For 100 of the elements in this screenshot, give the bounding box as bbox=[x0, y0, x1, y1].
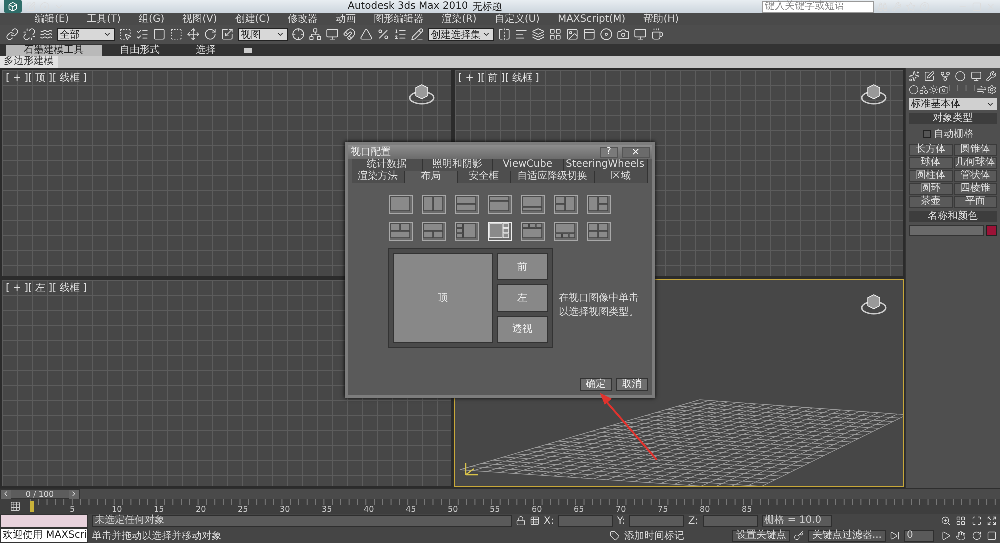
menu-item[interactable]: 修改器 bbox=[279, 12, 328, 26]
grid-icon[interactable] bbox=[549, 28, 562, 41]
rollout-header[interactable]: 对象类型 bbox=[909, 113, 997, 124]
layout-option[interactable] bbox=[521, 222, 545, 241]
unlink-icon[interactable] bbox=[23, 28, 36, 41]
dialog-tab[interactable]: 统计数据 bbox=[352, 159, 423, 171]
square-icon[interactable] bbox=[987, 530, 998, 541]
ribbon-tab[interactable]: 自由形式 bbox=[102, 45, 178, 56]
layout-option[interactable] bbox=[587, 195, 611, 214]
mirror-icon[interactable] bbox=[498, 28, 511, 41]
sun-icon[interactable] bbox=[929, 85, 939, 95]
primitive-button[interactable]: 茶壶 bbox=[909, 196, 952, 208]
tag-icon[interactable] bbox=[610, 530, 620, 541]
search-field[interactable]: 键入关键字或短语 bbox=[762, 0, 874, 12]
menu-item[interactable]: 工具(T) bbox=[78, 12, 130, 26]
pencil-icon[interactable] bbox=[411, 28, 424, 41]
menu-item[interactable]: 自定义(U) bbox=[486, 12, 549, 26]
link-icon[interactable] bbox=[6, 28, 19, 41]
primitive-button[interactable]: 几何球体 bbox=[954, 157, 997, 169]
render-frame-icon[interactable] bbox=[634, 28, 647, 41]
camera-icon[interactable] bbox=[939, 85, 949, 95]
primitive-button[interactable]: 四棱锥 bbox=[954, 183, 997, 195]
layout-option[interactable] bbox=[422, 195, 446, 214]
y-field[interactable] bbox=[629, 515, 684, 528]
circle-icon[interactable] bbox=[955, 71, 966, 82]
rotate-icon[interactable] bbox=[204, 28, 217, 41]
dialog-tab[interactable]: 安全框 bbox=[458, 171, 511, 183]
list-icon[interactable] bbox=[136, 28, 149, 41]
dialog-tab[interactable]: 自适应降级切换 bbox=[510, 171, 596, 183]
close-button[interactable]: × bbox=[622, 146, 650, 158]
network-icon[interactable] bbox=[309, 28, 322, 41]
layout-option[interactable] bbox=[422, 222, 446, 241]
ribbon-tab[interactable]: 选择 bbox=[178, 45, 234, 56]
previous-frame-button[interactable] bbox=[1, 490, 11, 498]
camera-icon[interactable] bbox=[617, 28, 630, 41]
viewport-label[interactable]: [ + ][ 左 ][ 线框 ] bbox=[6, 281, 87, 295]
sphere-icon[interactable] bbox=[600, 28, 613, 41]
grid-icon[interactable] bbox=[956, 516, 966, 526]
primitive-button[interactable]: 圆锥体 bbox=[954, 144, 997, 156]
shapes-icon[interactable] bbox=[919, 85, 929, 95]
dialog-tab[interactable]: 照明和阴影 bbox=[422, 159, 494, 171]
time-slider-thumb[interactable]: 0 / 100 bbox=[0, 489, 80, 499]
color-swatch[interactable] bbox=[986, 225, 997, 236]
maximize-icon[interactable] bbox=[972, 516, 982, 526]
primitive-button[interactable]: 球体 bbox=[909, 157, 952, 169]
skip-icon[interactable] bbox=[890, 530, 900, 541]
square-icon[interactable] bbox=[153, 28, 166, 41]
checkbox[interactable] bbox=[923, 130, 931, 138]
time-tag-link[interactable]: 添加时间标记 bbox=[624, 528, 684, 543]
menu-item[interactable]: 帮助(H) bbox=[634, 12, 688, 26]
play-icon[interactable] bbox=[940, 530, 951, 541]
named-selection-dropdown[interactable]: 创建选择集 bbox=[428, 28, 494, 41]
key-filters-button[interactable]: 关键点过滤器... bbox=[808, 530, 886, 542]
z-field[interactable] bbox=[702, 515, 758, 528]
layers-icon[interactable] bbox=[532, 28, 545, 41]
menu-item[interactable]: 渲染(R) bbox=[433, 12, 486, 26]
dashed-square-icon[interactable] bbox=[170, 28, 183, 41]
layout-option[interactable] bbox=[554, 222, 578, 241]
ribbon-tab[interactable]: 石墨建模工具 bbox=[6, 45, 102, 56]
wrench-icon[interactable] bbox=[986, 71, 997, 82]
fork-icon[interactable] bbox=[940, 71, 951, 82]
primitive-button[interactable]: 圆柱体 bbox=[909, 170, 952, 182]
primitive-button[interactable]: 平面 bbox=[954, 196, 997, 208]
grid-icon[interactable] bbox=[530, 516, 540, 526]
dialog-tab[interactable]: 区域 bbox=[595, 171, 648, 183]
select-object-icon[interactable] bbox=[119, 28, 132, 41]
layout-option[interactable] bbox=[587, 222, 611, 241]
settings-icon[interactable] bbox=[987, 85, 997, 95]
align-icon[interactable] bbox=[515, 28, 528, 41]
sparkle-icon[interactable] bbox=[909, 71, 920, 82]
triangle-icon[interactable] bbox=[360, 28, 373, 41]
frame-field[interactable]: 0 bbox=[904, 530, 934, 542]
layout-option[interactable] bbox=[554, 195, 578, 214]
layout-option[interactable] bbox=[488, 195, 512, 214]
menu-item[interactable]: 编辑(E) bbox=[26, 12, 78, 26]
rollout-header[interactable]: 名称和颜色 bbox=[909, 211, 997, 222]
app-logo[interactable] bbox=[4, 0, 22, 13]
menu-item[interactable]: 图形编辑器 bbox=[365, 12, 434, 26]
set-key-button[interactable]: 设置关键点 bbox=[732, 530, 790, 542]
star-icon[interactable] bbox=[906, 2, 916, 12]
layout-option[interactable] bbox=[455, 222, 479, 241]
percent-icon[interactable] bbox=[377, 28, 390, 41]
x-field[interactable] bbox=[558, 515, 614, 528]
image-icon[interactable] bbox=[566, 28, 579, 41]
key-icon[interactable] bbox=[794, 530, 804, 541]
ribbon-toggle-button[interactable] bbox=[244, 48, 252, 53]
lock-icon[interactable] bbox=[516, 516, 526, 526]
expand-icon[interactable] bbox=[987, 516, 998, 526]
move-icon[interactable] bbox=[187, 28, 200, 41]
viewport-pane[interactable]: 顶 bbox=[393, 253, 493, 343]
layout-option[interactable] bbox=[389, 222, 413, 241]
ok-button[interactable]: 确定 bbox=[580, 378, 612, 391]
next-frame-button[interactable] bbox=[69, 490, 79, 498]
viewport-label[interactable]: [ + ][ 顶 ][ 线框 ] bbox=[6, 71, 87, 85]
menu-item[interactable]: 组(G) bbox=[130, 12, 174, 26]
cup-icon[interactable] bbox=[651, 28, 664, 41]
reference-coordinate-dropdown[interactable]: 视图 bbox=[238, 28, 288, 41]
zoom-icon[interactable] bbox=[940, 516, 951, 526]
dialog-tab[interactable]: 渲染方法 bbox=[352, 171, 405, 183]
menu-item[interactable]: 视图(V) bbox=[174, 12, 226, 26]
